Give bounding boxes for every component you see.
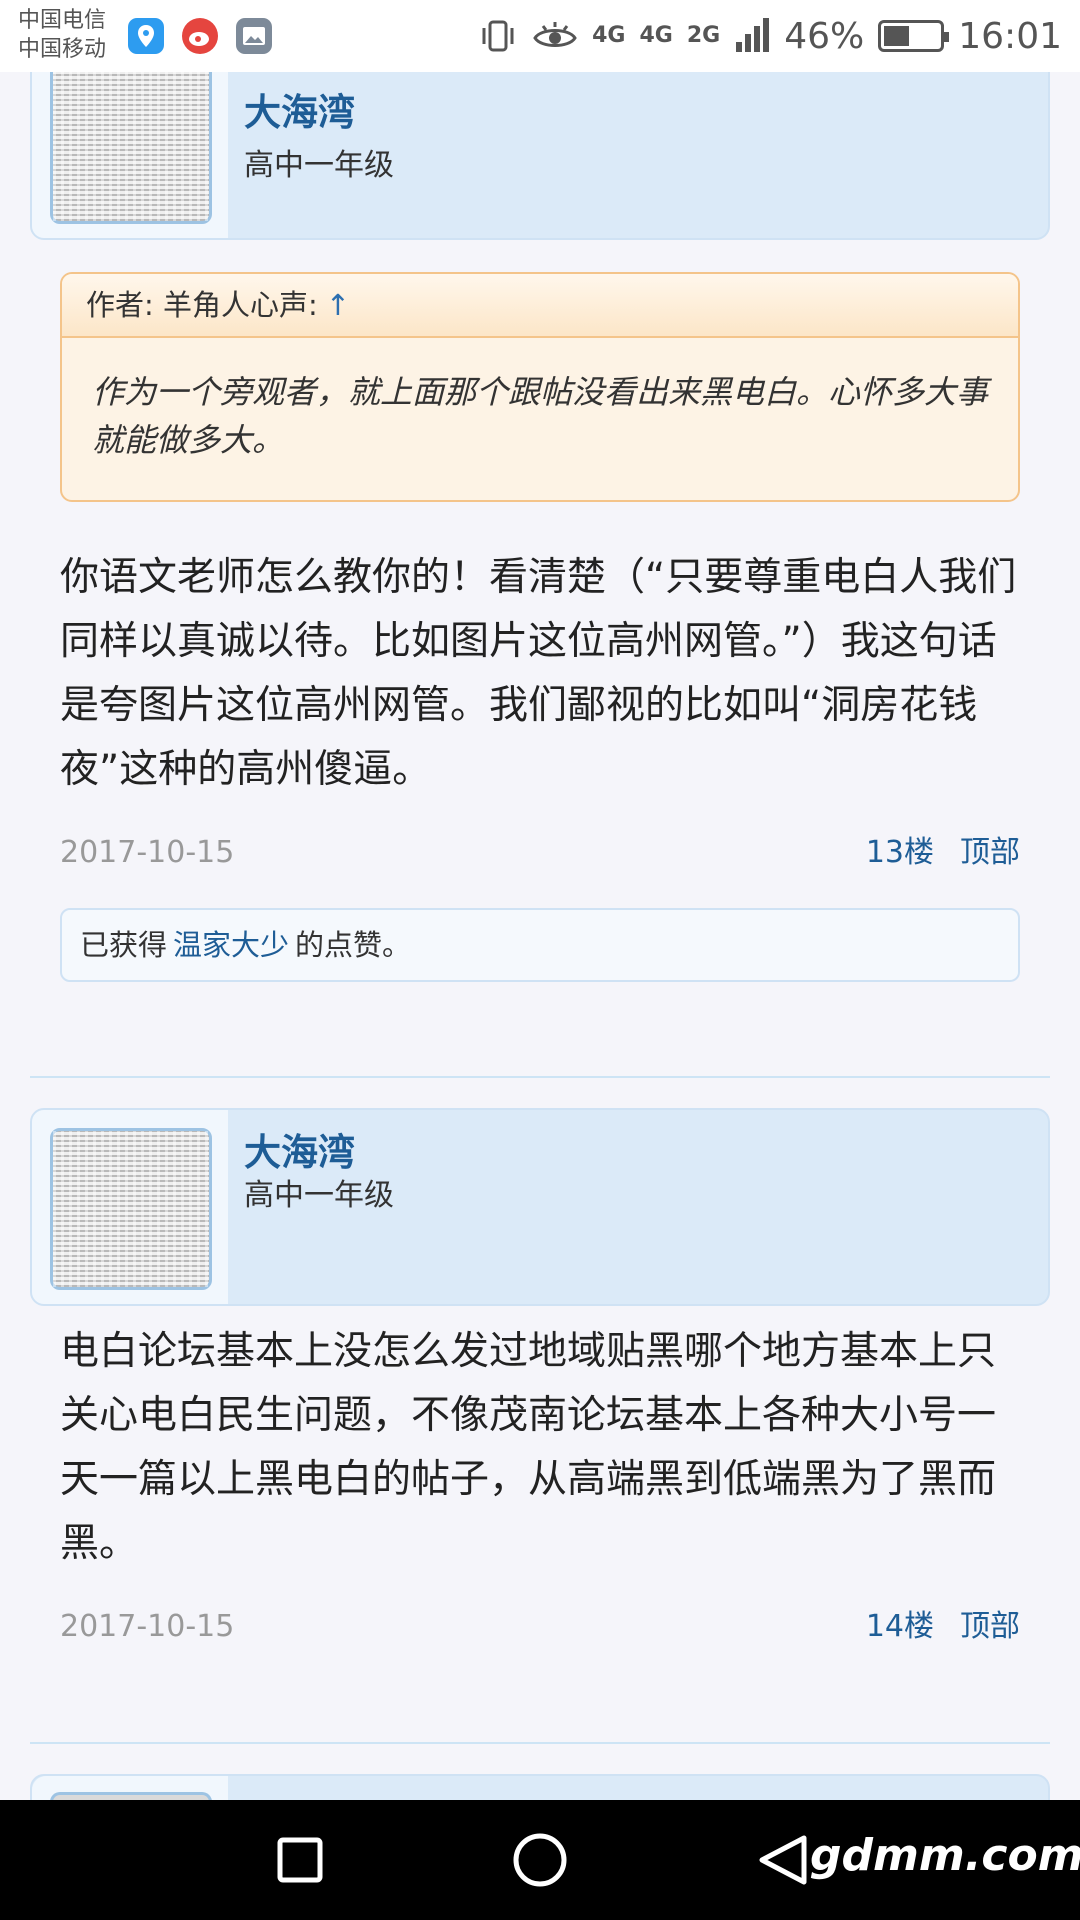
- post-links: 13楼 顶部: [840, 830, 1020, 876]
- floor-link[interactable]: 13楼: [866, 835, 934, 870]
- network-type-1: 4G: [592, 23, 626, 48]
- like-prefix: 已获得: [80, 928, 168, 962]
- user-grade: 高中一年级: [244, 148, 394, 183]
- avatar[interactable]: [50, 1792, 212, 1800]
- quote-header: 作者: 羊角人心声: ↑: [62, 274, 1018, 338]
- post-content: 电白论坛基本上没怎么发过地域贴黑哪个地方基本上只关心电白民生问题，不像茂南论坛基…: [60, 1329, 997, 1566]
- user-card-partial[interactable]: [30, 1774, 1050, 1800]
- post-date: 2017-10-15: [60, 1609, 235, 1644]
- user-card[interactable]: 大海湾 高中一年级: [30, 72, 1050, 240]
- post-divider: [30, 1076, 1050, 1078]
- battery-percent: 46%: [784, 15, 865, 57]
- like-notice: 已获得 温家大少 的点赞。: [60, 908, 1020, 982]
- signal-icon: [736, 18, 770, 52]
- gallery-icon: [236, 18, 272, 54]
- clock: 16:01: [958, 15, 1062, 57]
- circle-icon[interactable]: [510, 1830, 570, 1890]
- status-icons: 4G 4G 2G 46% 16:01: [478, 12, 1062, 60]
- thread-content[interactable]: 大海湾 高中一年级 作者: 羊角人心声: ↑ 作为一个旁观者，就上面那个跟帖没看出…: [0, 72, 1080, 1800]
- top-link[interactable]: 顶部: [960, 1609, 1020, 1644]
- battery-fill: [884, 26, 910, 46]
- post-meta: 2017-10-15 14楼 顶部: [60, 1604, 1020, 1650]
- carrier-1: 中国电信: [18, 8, 107, 33]
- vibrate-icon: [482, 20, 514, 52]
- watermark: gdmm.com: [810, 1830, 1080, 1881]
- square-icon[interactable]: [270, 1830, 330, 1890]
- quote-author: 作者: 羊角人心声:: [86, 288, 318, 322]
- eye-icon: [533, 22, 577, 47]
- user-name[interactable]: 大海湾: [244, 82, 355, 136]
- avatar[interactable]: [50, 1128, 212, 1290]
- top-link[interactable]: 顶部: [960, 835, 1020, 870]
- arrow-up-icon[interactable]: ↑: [326, 288, 350, 322]
- avatar-panel: [32, 72, 228, 238]
- quote-block: 作者: 羊角人心声: ↑ 作为一个旁观者，就上面那个跟帖没看出来黑电白。心怀多大事…: [60, 272, 1020, 502]
- avatar[interactable]: [50, 72, 212, 224]
- weibo-icon: [182, 18, 218, 54]
- user-name[interactable]: 大海湾: [244, 1122, 355, 1176]
- floor-link[interactable]: 14楼: [866, 1609, 934, 1644]
- carrier-2: 中国移动: [18, 37, 107, 62]
- post-date: 2017-10-15: [60, 835, 235, 870]
- battery-icon: [878, 20, 950, 52]
- post-meta: 2017-10-15 13楼 顶部: [60, 830, 1020, 876]
- avatar-panel: [32, 1776, 228, 1800]
- network-type-2: 4G: [639, 23, 673, 48]
- like-suffix: 的点赞。: [295, 928, 412, 962]
- network-type-3: 2G: [686, 23, 721, 48]
- liker-link[interactable]: 温家大少: [173, 928, 289, 962]
- carrier-names: 中国电信 中国移动: [18, 6, 106, 64]
- location-pin-icon: [128, 18, 164, 54]
- post-divider: [30, 1742, 1050, 1744]
- triangle-back-icon[interactable]: [752, 1830, 812, 1890]
- post-content: 你语文老师怎么教你的！看清楚（“只要尊重电白人我们同样以真诚以待。比如图片这位高…: [60, 555, 1017, 792]
- user-card[interactable]: 大海湾 高中一年级: [30, 1108, 1050, 1306]
- status-bar: 中国电信 中国移动 4G 4G 2G 46% 16:01: [0, 0, 1080, 72]
- quote-text: 作为一个旁观者，就上面那个跟帖没看出来黑电白。心怀多大事就能做多大。: [92, 373, 989, 459]
- navigation-bar: gdmm.com: [0, 1800, 1080, 1920]
- user-grade: 高中一年级: [244, 1178, 394, 1213]
- post-links: 14楼 顶部: [840, 1604, 1020, 1650]
- avatar-panel: [32, 1110, 228, 1304]
